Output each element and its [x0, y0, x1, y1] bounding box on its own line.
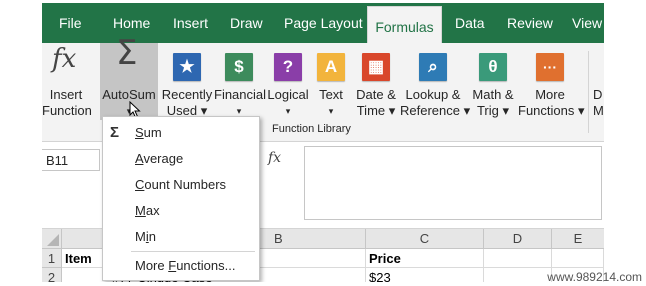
- date-time-label-2: Time ▾: [356, 103, 396, 118]
- column-header-e[interactable]: E: [552, 229, 604, 249]
- text-button[interactable]: A Text ▾: [314, 43, 348, 123]
- theta-icon: θ: [479, 53, 507, 81]
- math-trig-label-1: Math &: [472, 87, 514, 102]
- menu-item-max[interactable]: Max: [103, 198, 259, 224]
- recently-used-label-1: Recently: [161, 87, 213, 102]
- watermark: www.989214.com: [547, 270, 642, 284]
- logical-label: Logical: [267, 87, 309, 102]
- financial-button[interactable]: $ Financial ▾: [214, 43, 267, 123]
- column-header-c[interactable]: C: [366, 229, 484, 249]
- function-library-group-label: Function Library: [272, 123, 351, 135]
- text-dropdown-arrow: ▾: [328, 106, 334, 116]
- question-icon: ?: [274, 53, 302, 81]
- cell-c1[interactable]: Price: [366, 249, 484, 268]
- excel-window: File Home Insert Draw Page Layout Formul…: [42, 3, 604, 282]
- recently-used-button[interactable]: ★ Recently Used ▾: [160, 43, 214, 123]
- select-all-corner[interactable]: [42, 229, 62, 249]
- lookup-reference-label-1: Lookup &: [405, 87, 461, 102]
- tab-file[interactable]: File: [59, 3, 82, 43]
- more-functions-label-2: Functions ▾: [518, 103, 585, 118]
- menu-item-count-numbers[interactable]: Count Numbers: [103, 172, 259, 198]
- date-time-label-1: Date &: [356, 87, 396, 102]
- tab-review[interactable]: Review: [507, 3, 553, 43]
- logical-dropdown-arrow: ▾: [285, 106, 291, 116]
- logical-button[interactable]: ? Logical ▾: [266, 43, 310, 123]
- row-header-1[interactable]: 1: [42, 249, 62, 268]
- sigma-icon: Σ: [116, 33, 138, 73]
- tab-view[interactable]: View: [572, 3, 602, 43]
- calendar-icon: ▦: [362, 53, 390, 81]
- more-functions-label-1: More: [535, 87, 565, 102]
- fx-icon: fx: [52, 44, 77, 74]
- defined-names-label-1: D: [593, 87, 603, 102]
- defined-names-label-2: M: [593, 103, 604, 118]
- insert-function-label-2: Function: [42, 103, 92, 118]
- text-label: Text: [319, 87, 343, 102]
- star-icon: ★: [173, 53, 201, 81]
- menu-item-sum[interactable]: Σ Sum: [103, 120, 259, 146]
- tab-page-layout[interactable]: Page Layout: [284, 3, 363, 43]
- insert-function-label-1: Insert: [49, 87, 83, 102]
- row-header-2[interactable]: 2: [42, 268, 62, 282]
- formula-input[interactable]: [304, 146, 602, 220]
- math-trig-button[interactable]: θ Math & Trig ▾: [470, 43, 516, 123]
- more-functions-icon: ···: [536, 53, 564, 81]
- autosum-dropdown-menu: Σ Sum Average Count Numbers Max Min More…: [102, 116, 260, 281]
- tab-formulas[interactable]: Formulas: [367, 6, 442, 43]
- financial-icon: $: [225, 53, 253, 81]
- date-time-button[interactable]: ▦ Date & Time ▾: [352, 43, 400, 123]
- financial-label: Financial: [214, 87, 267, 102]
- menu-separator: [131, 251, 255, 252]
- column-header-d[interactable]: D: [484, 229, 552, 249]
- lookup-icon: ⌕: [419, 53, 447, 81]
- cell-d2[interactable]: [484, 268, 552, 282]
- menu-item-average[interactable]: Average: [103, 146, 259, 172]
- lookup-reference-button[interactable]: ⌕ Lookup & Reference ▾: [400, 43, 471, 123]
- math-trig-label-2: Trig ▾: [476, 103, 510, 118]
- insert-function-button[interactable]: fx Insert Function: [42, 43, 92, 123]
- insert-function-fx-icon[interactable]: fx: [268, 150, 281, 166]
- sigma-icon: Σ: [110, 124, 120, 141]
- menu-item-min[interactable]: Min: [103, 224, 259, 250]
- cell-e1[interactable]: [552, 249, 604, 268]
- menu-item-more-functions[interactable]: More Functions...: [103, 253, 259, 279]
- tab-data[interactable]: Data: [455, 3, 485, 43]
- tab-draw[interactable]: Draw: [230, 3, 263, 43]
- text-icon: A: [317, 53, 345, 81]
- name-box[interactable]: B11: [42, 149, 100, 171]
- autosum-button[interactable]: Σ AutoSum ▾: [100, 33, 158, 120]
- group-divider: [588, 51, 589, 133]
- cell-c2[interactable]: $23: [366, 268, 484, 282]
- more-functions-button[interactable]: ··· More Functions ▾: [518, 43, 585, 123]
- cell-d1[interactable]: [484, 249, 552, 268]
- defined-names-button[interactable]: D M: [593, 43, 604, 123]
- lookup-reference-label-2: Reference ▾: [400, 103, 471, 118]
- tab-insert[interactable]: Insert: [173, 3, 208, 43]
